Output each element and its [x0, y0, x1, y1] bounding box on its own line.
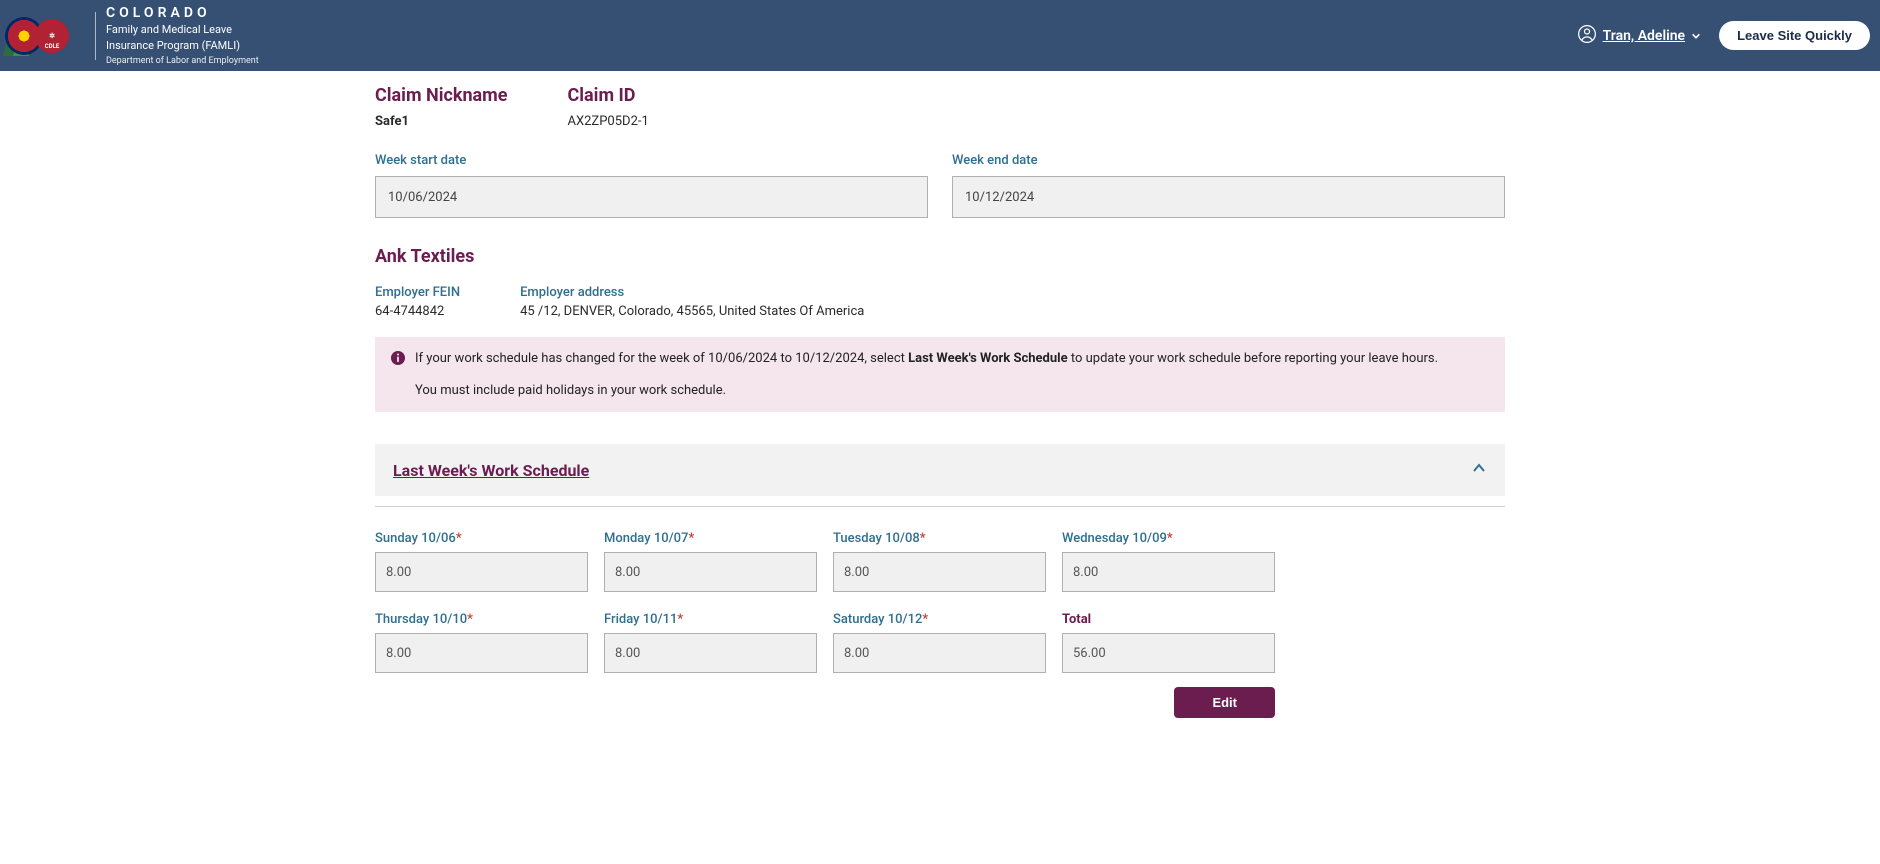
brand-subtitle-1: Family and Medical Leave	[106, 23, 259, 36]
divider	[95, 12, 96, 60]
week-start-input: 10/06/2024	[375, 176, 928, 218]
banner-after: to update your work schedule before repo…	[1068, 351, 1438, 366]
schedule-day: Friday 10/11* 8.00	[604, 612, 817, 673]
employer-row: Employer FEIN 64-4744842 Employer addres…	[375, 285, 1505, 319]
day-input: 8.00	[604, 552, 817, 592]
day-label: Thursday 10/10*	[375, 612, 588, 627]
main-content: Claim Nickname Safe1 Claim ID AX2ZP05D2-…	[375, 71, 1505, 748]
day-input: 8.00	[833, 633, 1046, 673]
employer-fein-block: Employer FEIN 64-4744842	[375, 285, 460, 319]
week-start-label: Week start date	[375, 153, 928, 168]
total-label: Total	[1062, 612, 1275, 627]
schedule-day: Saturday 10/12* 8.00	[833, 612, 1046, 673]
banner-body: If your work schedule has changed for th…	[415, 349, 1489, 400]
schedule-day: Tuesday 10/08* 8.00	[833, 531, 1046, 592]
claim-id-value: AX2ZP05D2-1	[568, 114, 649, 129]
leave-site-button[interactable]: Leave Site Quickly	[1719, 21, 1870, 50]
claim-row: Claim Nickname Safe1 Claim ID AX2ZP05D2-…	[375, 85, 1505, 129]
divider	[375, 506, 1505, 507]
day-input: 8.00	[833, 552, 1046, 592]
week-end-input: 10/12/2024	[952, 176, 1505, 218]
day-input: 8.00	[375, 552, 588, 592]
brand-title: COLORADO	[106, 5, 259, 22]
claim-nickname-label: Claim Nickname	[375, 85, 508, 106]
employer-address-label: Employer address	[520, 285, 864, 300]
week-end-col: Week end date 10/12/2024	[952, 153, 1505, 218]
banner-before: If your work schedule has changed for th…	[415, 351, 908, 366]
schedule-grid: Sunday 10/06* 8.00 Monday 10/07* 8.00 Tu…	[375, 531, 1275, 673]
info-icon	[391, 349, 405, 400]
employer-address-value: 45 /12, DENVER, Colorado, 45565, United …	[520, 304, 864, 319]
schedule-total: Total 56.00	[1062, 612, 1275, 673]
claim-id-block: Claim ID AX2ZP05D2-1	[568, 85, 649, 129]
app-header: ✲ COLORADO Family and Medical Leave Insu…	[0, 0, 1880, 71]
schedule-day: Thursday 10/10* 8.00	[375, 612, 588, 673]
day-label: Wednesday 10/09*	[1062, 531, 1275, 546]
employer-address-block: Employer address 45 /12, DENVER, Colorad…	[520, 285, 864, 319]
info-banner: If your work schedule has changed for th…	[375, 337, 1505, 412]
logo-text: COLORADO Family and Medical Leave Insura…	[106, 5, 259, 67]
chevron-down-icon	[1691, 26, 1701, 45]
brand-subtitle-2: Insurance Program (FAMLI)	[106, 39, 259, 52]
claim-id-label: Claim ID	[568, 85, 649, 106]
day-label: Sunday 10/06*	[375, 531, 588, 546]
employer-name: Ank Textiles	[375, 246, 1505, 267]
logo-block: ✲ COLORADO Family and Medical Leave Insu…	[5, 5, 259, 67]
week-start-col: Week start date 10/06/2024	[375, 153, 928, 218]
schedule-day: Sunday 10/06* 8.00	[375, 531, 588, 592]
week-end-label: Week end date	[952, 153, 1505, 168]
day-input: 8.00	[1062, 552, 1275, 592]
accordion-title: Last Week's Work Schedule	[393, 461, 589, 480]
day-label: Friday 10/11*	[604, 612, 817, 627]
header-right: Tran, Adeline Leave Site Quickly	[1577, 21, 1870, 50]
claim-nickname-block: Claim Nickname Safe1	[375, 85, 508, 129]
edit-row: Edit	[375, 687, 1275, 718]
chevron-up-icon	[1471, 460, 1487, 480]
schedule-accordion-header[interactable]: Last Week's Work Schedule	[375, 444, 1505, 496]
day-input: 8.00	[375, 633, 588, 673]
schedule-day: Wednesday 10/09* 8.00	[1062, 531, 1275, 592]
day-label: Monday 10/07*	[604, 531, 817, 546]
banner-line1: If your work schedule has changed for th…	[415, 349, 1489, 369]
banner-bold: Last Week's Work Schedule	[908, 351, 1068, 366]
edit-button[interactable]: Edit	[1174, 687, 1275, 718]
user-menu[interactable]: Tran, Adeline	[1577, 24, 1701, 48]
day-label: Saturday 10/12*	[833, 612, 1046, 627]
employer-fein-label: Employer FEIN	[375, 285, 460, 300]
claim-nickname-value: Safe1	[375, 114, 508, 129]
week-row: Week start date 10/06/2024 Week end date…	[375, 153, 1505, 218]
schedule-day: Monday 10/07* 8.00	[604, 531, 817, 592]
user-icon	[1577, 24, 1597, 48]
logo-icon: ✲	[5, 16, 85, 56]
banner-line2: You must include paid holidays in your w…	[415, 381, 1489, 401]
brand-dept: Department of Labor and Employment	[106, 56, 259, 67]
employer-fein-value: 64-4744842	[375, 304, 460, 319]
total-value: 56.00	[1062, 633, 1275, 673]
day-input: 8.00	[604, 633, 817, 673]
user-name: Tran, Adeline	[1603, 28, 1685, 44]
day-label: Tuesday 10/08*	[833, 531, 1046, 546]
